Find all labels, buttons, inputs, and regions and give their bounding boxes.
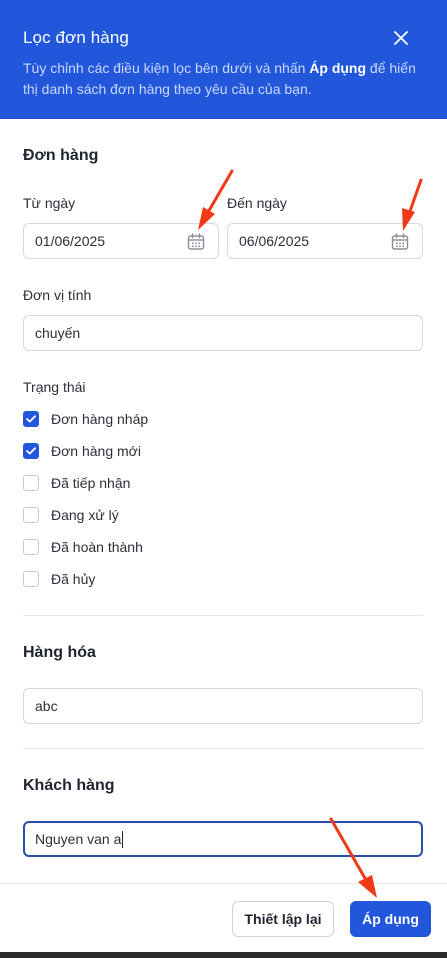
unit-label: Đơn vị tính [23,287,92,303]
status-option-label: Đã tiếp nhận [51,475,131,491]
to-date-input[interactable]: 06/06/2025 [227,223,423,259]
status-option[interactable]: Đơn hàng nháp [23,410,148,428]
goods-value: abc [35,698,58,714]
close-icon [394,31,408,45]
status-checkbox[interactable] [23,411,39,427]
status-option-label: Đơn hàng nháp [51,411,149,427]
checkmark-icon [26,415,36,423]
goods-input[interactable]: abc [23,688,423,724]
close-button[interactable] [389,26,413,50]
customer-input[interactable]: Nguyen van a [23,821,423,857]
status-option[interactable]: Đã hủy [23,570,95,588]
orders-section-title: Đơn hàng [23,147,99,164]
panel-description: Tùy chỉnh các điều kiện lọc bên dưới và … [23,58,418,100]
calendar-icon[interactable] [186,232,206,252]
status-label: Trạng thái [23,379,86,395]
status-option[interactable]: Đã tiếp nhận [23,474,130,492]
status-option-label: Đã hoàn thành [51,539,143,555]
from-date-input[interactable]: 01/06/2025 [23,223,219,259]
to-date-label: Đến ngày [227,195,287,211]
status-option-label: Đơn hàng mới [51,443,141,459]
description-text-start: Tùy chỉnh các điều kiện lọc bên dưới và … [23,60,310,76]
unit-value: chuyến [35,325,81,341]
status-option[interactable]: Đang xử lý [23,506,119,524]
filter-panel: Lọc đơn hàng Tùy chỉnh các điều kiện lọc… [0,0,447,952]
panel-title: Lọc đơn hàng [23,28,129,47]
section-divider [23,615,423,616]
unit-input[interactable]: chuyến [23,315,423,351]
checkmark-icon [26,447,36,455]
status-checkbox[interactable] [23,475,39,491]
status-option[interactable]: Đơn hàng mới [23,442,141,460]
status-option[interactable]: Đã hoàn thành [23,538,143,556]
section-divider [23,748,423,749]
panel-header: Lọc đơn hàng Tùy chỉnh các điều kiện lọc… [0,0,447,119]
description-apply-highlight: Áp dụng [309,60,367,76]
status-checkbox[interactable] [23,539,39,555]
panel-footer: Thiết lập lại Áp dụng [0,883,447,952]
apply-button[interactable]: Áp dụng [350,901,431,937]
from-date-label: Từ ngày [23,195,76,211]
customer-value: Nguyen van a [35,831,122,847]
status-checkbox[interactable] [23,571,39,587]
from-date-value: 01/06/2025 [35,233,106,249]
reset-button[interactable]: Thiết lập lại [232,901,334,937]
goods-section-title: Hàng hóa [23,644,96,661]
status-option-label: Đã hủy [51,571,96,587]
status-checkbox[interactable] [23,443,39,459]
status-option-label: Đang xử lý [51,507,119,523]
customer-section-title: Khách hàng [23,777,115,794]
status-checkbox[interactable] [23,507,39,523]
text-caret [122,830,124,848]
calendar-icon[interactable] [390,232,410,252]
to-date-value: 06/06/2025 [239,233,310,249]
